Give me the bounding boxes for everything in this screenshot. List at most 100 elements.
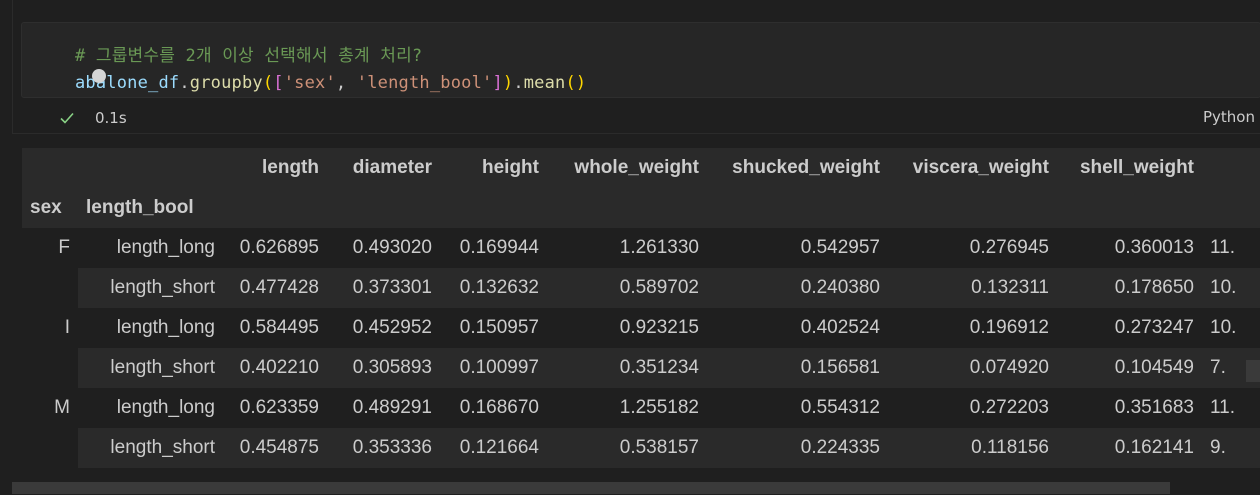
table-cell: 11.: [1210, 397, 1236, 418]
table-cell: 0.100997: [440, 348, 547, 388]
table-row: length_short 0.402210 0.305893 0.100997 …: [22, 348, 1260, 388]
cell-output: length diameter height whole_weight shuc…: [22, 148, 1260, 470]
table-cell: 0.454875: [223, 428, 327, 468]
code-bracket: ]: [492, 73, 503, 93]
table-cell: 0.156581: [707, 348, 888, 388]
dataframe-table: length diameter height whole_weight shuc…: [22, 148, 1260, 468]
column-header: length: [262, 157, 319, 178]
table-cell: 0.626895: [239, 237, 319, 258]
code-variable: abalone_df: [75, 73, 180, 93]
header-blank: [78, 148, 223, 188]
index-length-bool: length_long: [116, 317, 215, 338]
table-cell: 10.: [1210, 317, 1237, 338]
table-cell: 0.589702: [547, 268, 707, 308]
table-cell: 0.132632: [440, 268, 547, 308]
table-cell: 0.273247: [1114, 317, 1194, 338]
table-cell: 9.: [1202, 428, 1260, 468]
table-cell: 0.240380: [707, 268, 888, 308]
index-sex: I: [22, 308, 78, 348]
index-header-row: sex length_bool: [22, 188, 1260, 228]
table-cell: 1.261330: [619, 237, 699, 258]
table-cell: 0.196912: [969, 317, 1049, 338]
code-function: groupby: [189, 73, 263, 93]
index-length-bool: length_short: [78, 348, 223, 388]
vertical-scrollbar[interactable]: [1246, 360, 1260, 382]
index-sex: F: [22, 228, 78, 268]
table-cell: 11.: [1210, 237, 1236, 258]
code-function-mean: mean: [523, 73, 566, 93]
index-sex: [22, 348, 78, 388]
column-header: whole_weight: [574, 157, 699, 178]
table-cell: 0.132311: [888, 268, 1057, 308]
table-cell: 0.584495: [239, 317, 319, 338]
table-cell: 0.402524: [800, 317, 880, 338]
table-row: M length_long 0.623359 0.489291 0.168670…: [22, 388, 1260, 428]
index-sex: [22, 268, 78, 308]
header-blank: [1057, 188, 1202, 228]
code-string-length-bool: 'length_bool': [356, 73, 493, 93]
table-cell: 0.121664: [440, 428, 547, 468]
horizontal-scrollbar[interactable]: [12, 482, 1170, 494]
table-cell: 0.493020: [352, 237, 432, 258]
header-blank: [223, 188, 327, 228]
table-cell: 0.402210: [223, 348, 327, 388]
code-paren: (): [565, 73, 587, 93]
table-cell: 0.224335: [707, 428, 888, 468]
table-cell: 0.272203: [969, 397, 1049, 418]
column-header: diameter: [352, 157, 432, 178]
index-length-bool: length_short: [78, 428, 223, 468]
table-cell: 0.452952: [352, 317, 432, 338]
table-cell: 0.489291: [352, 397, 432, 418]
table-row: length_short 0.477428 0.373301 0.132632 …: [22, 268, 1260, 308]
code-punct: .: [179, 73, 190, 93]
header-blank: [22, 148, 78, 188]
header-blank: [1202, 188, 1260, 228]
table-cell: 0.373301: [327, 268, 440, 308]
index-name: sex: [30, 197, 62, 218]
code-punct: .: [513, 73, 524, 93]
table-cell: 0.168670: [459, 397, 539, 418]
table-row: F length_long 0.626895 0.493020 0.169944…: [22, 228, 1260, 268]
table-cell: 0.162141: [1057, 428, 1202, 468]
table-cell: 0.538157: [547, 428, 707, 468]
cell-language-button[interactable]: Python: [1203, 108, 1255, 126]
table-cell: 0.276945: [969, 237, 1049, 258]
table-cell: 0.074920: [888, 348, 1057, 388]
table-cell: 0.623359: [239, 397, 319, 418]
header-blank: [707, 188, 888, 228]
table-cell: 0.169944: [459, 237, 539, 258]
code-string-sex: 'sex': [283, 73, 336, 93]
table-cell: 0.150957: [459, 317, 539, 338]
code-punct: ,: [335, 73, 357, 93]
code-paren: ): [502, 73, 514, 93]
column-header: viscera_weight: [912, 157, 1049, 178]
column-header: shucked_weight: [732, 157, 880, 178]
index-length-bool: length_long: [116, 237, 215, 258]
header-blank: [440, 188, 547, 228]
index-sex: M: [22, 388, 78, 428]
code-editor[interactable]: # 그룹변수를 2개 이상 선택해서 총계 처리? abalone_df.gro…: [21, 22, 1260, 98]
table-cell: 0.477428: [223, 268, 327, 308]
table-cell: 0.104549: [1057, 348, 1202, 388]
table-cell: 0.351234: [547, 348, 707, 388]
code-line: abalone_df.groupby(['sex', 'length_bool'…: [75, 73, 586, 93]
code-cell[interactable]: # 그룹변수를 2개 이상 선택해서 총계 처리? abalone_df.gro…: [12, 0, 1260, 134]
table-cell: 0.554312: [800, 397, 880, 418]
check-icon: [60, 112, 74, 124]
header-blank: [327, 188, 440, 228]
cell-status-bar: 0.1s Python: [59, 108, 1259, 128]
table-row: I length_long 0.584495 0.452952 0.150957…: [22, 308, 1260, 348]
header-blank: [888, 188, 1057, 228]
index-name: length_bool: [86, 197, 194, 218]
column-header: [1202, 148, 1260, 188]
column-header: height: [482, 157, 539, 178]
header-blank: [547, 188, 707, 228]
column-header-row: length diameter height whole_weight shuc…: [22, 148, 1260, 188]
table-row: length_short 0.454875 0.353336 0.121664 …: [22, 428, 1260, 468]
code-comment-line: # 그룹변수를 2개 이상 선택해서 총계 처리?: [75, 46, 423, 66]
table-cell: 0.178650: [1057, 268, 1202, 308]
code-bracket: [: [273, 73, 284, 93]
table-cell: 0.351683: [1114, 397, 1194, 418]
index-length-bool: length_short: [78, 268, 223, 308]
execution-time: 0.1s: [95, 109, 127, 127]
